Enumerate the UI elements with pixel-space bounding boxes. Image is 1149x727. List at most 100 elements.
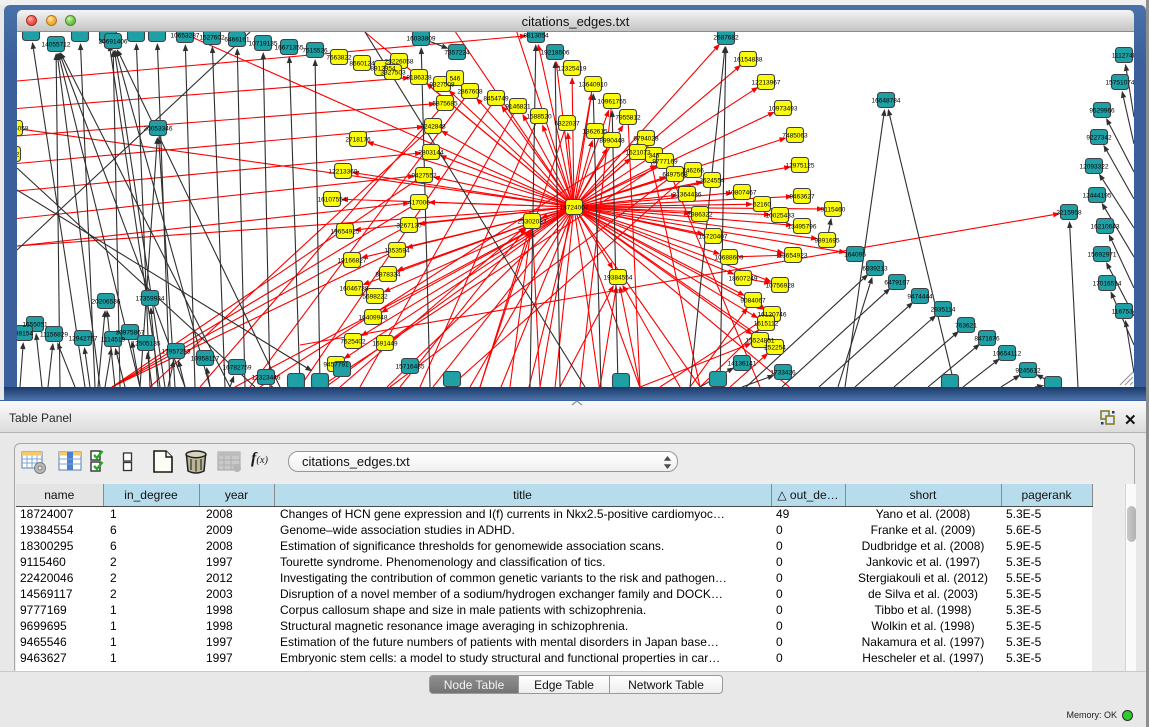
- svg-text:7663822: 7663822: [326, 54, 352, 61]
- svg-text:3267130: 3267130: [396, 222, 422, 229]
- svg-text:16046738: 16046738: [340, 285, 369, 292]
- svg-text:9457791: 9457791: [323, 361, 349, 368]
- svg-text:13640910: 13640910: [579, 81, 608, 88]
- svg-text:8186328: 8186328: [406, 74, 432, 81]
- svg-text:8471676: 8471676: [974, 335, 1000, 342]
- svg-text:9242: 9242: [17, 151, 20, 158]
- svg-text:25302033: 25302033: [518, 218, 547, 225]
- svg-text:16409948: 16409948: [359, 314, 388, 321]
- svg-text:1733426: 1733426: [770, 369, 796, 376]
- svg-text:9084067: 9084067: [740, 297, 766, 304]
- svg-text:20053346: 20053346: [144, 125, 173, 132]
- svg-text:10653287: 10653287: [171, 32, 200, 39]
- svg-text:12444195: 12444195: [1083, 192, 1112, 199]
- svg-text:12325419: 12325419: [558, 65, 587, 72]
- svg-text:164095: 164095: [844, 251, 866, 258]
- svg-text:5698222: 5698222: [362, 293, 388, 300]
- svg-text:1353594: 1353594: [384, 247, 410, 254]
- svg-text:1114519: 1114519: [101, 336, 126, 343]
- svg-text:12942757: 12942757: [69, 335, 98, 342]
- svg-text:18607249: 18607249: [729, 275, 758, 282]
- svg-text:9529966: 9529966: [1089, 107, 1115, 114]
- svg-text:3327503: 3327503: [380, 69, 406, 76]
- svg-text:12213369: 12213369: [329, 168, 358, 175]
- svg-text:9463627: 9463627: [789, 193, 815, 200]
- svg-text:13495796: 13495796: [788, 223, 817, 230]
- svg-text:62160: 62160: [753, 201, 771, 208]
- svg-text:1621072: 1621072: [625, 149, 651, 156]
- svg-text:14136141: 14136141: [728, 360, 757, 367]
- svg-text:7955812: 7955812: [615, 114, 641, 121]
- svg-text:9146821: 9146821: [505, 103, 531, 110]
- svg-text:3624554: 3624554: [699, 177, 725, 184]
- svg-text:10688609: 10688609: [715, 254, 744, 261]
- svg-text:9115460: 9115460: [821, 206, 846, 213]
- svg-text:19166827: 19166827: [338, 257, 367, 264]
- svg-text:1655051: 1655051: [22, 321, 48, 328]
- svg-text:9327508: 9327508: [429, 81, 455, 88]
- svg-text:2718176: 2718176: [345, 136, 371, 143]
- svg-text:11156829: 11156829: [40, 331, 68, 338]
- svg-text:10807467: 10807467: [728, 189, 757, 196]
- svg-text:10961755: 10961755: [598, 98, 627, 105]
- svg-text:10816058: 10816058: [17, 125, 29, 132]
- svg-text:21364436: 21364436: [673, 191, 702, 198]
- svg-text:18724007: 18724007: [560, 204, 589, 211]
- svg-text:19384554: 19384554: [604, 274, 633, 281]
- svg-text:252254: 252254: [764, 344, 786, 351]
- svg-text:6466161: 6466161: [224, 36, 250, 43]
- svg-text:16210643: 16210643: [1091, 223, 1120, 230]
- svg-text:2687682: 2687682: [713, 34, 739, 41]
- svg-text:9242848: 9242848: [420, 123, 446, 130]
- svg-text:16154838: 16154838: [734, 56, 763, 63]
- svg-text:9245612: 9245612: [1015, 367, 1041, 374]
- svg-text:9777169: 9777169: [652, 158, 678, 165]
- svg-text:1527602: 1527602: [199, 34, 225, 41]
- svg-text:17957253: 17957253: [162, 348, 191, 355]
- svg-text:5875685: 5875685: [432, 100, 458, 107]
- svg-text:12093322: 12093322: [1080, 163, 1109, 170]
- svg-text:10025433: 10025433: [766, 212, 795, 219]
- svg-text:417006: 417006: [408, 199, 430, 206]
- svg-text:12213967: 12213967: [752, 79, 781, 86]
- svg-text:19218506: 19218506: [541, 49, 570, 56]
- svg-text:20206536: 20206536: [92, 298, 121, 305]
- svg-text:6794028: 6794028: [633, 135, 659, 142]
- svg-text:12975125: 12975125: [786, 162, 815, 169]
- svg-text:3215958: 3215958: [1056, 209, 1082, 216]
- svg-text:8878334: 8878334: [375, 271, 401, 278]
- svg-text:8454749: 8454749: [483, 95, 509, 102]
- svg-text:15751074: 15751074: [1106, 79, 1134, 86]
- svg-text:39154: 39154: [17, 330, 33, 337]
- svg-text:7625402: 7625402: [340, 338, 366, 345]
- svg-text:16107554: 16107554: [318, 196, 347, 203]
- svg-text:1615112: 1615112: [754, 320, 779, 327]
- svg-text:15524851: 15524851: [746, 337, 775, 344]
- svg-text:1362615: 1362615: [582, 128, 608, 135]
- svg-text:23226058: 23226058: [385, 58, 414, 65]
- svg-text:9474444: 9474444: [907, 293, 933, 300]
- svg-text:16782759: 16782759: [223, 364, 252, 371]
- svg-text:16033809: 16033809: [407, 35, 436, 42]
- svg-text:7485063: 7485063: [782, 132, 808, 139]
- svg-text:10958117: 10958117: [191, 355, 220, 362]
- svg-text:7986322: 7986322: [687, 211, 713, 218]
- svg-text:17016514: 17016514: [1093, 280, 1122, 287]
- svg-text:15692971: 15692971: [1088, 251, 1117, 258]
- svg-text:30975867: 30975867: [116, 329, 145, 336]
- svg-text:9227342: 9227342: [1086, 134, 1112, 141]
- svg-text:7357224: 7357224: [444, 49, 470, 56]
- svg-text:12505135: 12505135: [132, 340, 161, 347]
- svg-text:6479197: 6479197: [884, 279, 910, 286]
- svg-text:8990448: 8990448: [599, 137, 625, 144]
- svg-text:10973493: 10973493: [769, 105, 798, 112]
- svg-text:546: 546: [450, 75, 461, 82]
- svg-text:16120746: 16120746: [758, 311, 787, 318]
- svg-text:9891695: 9891695: [814, 237, 840, 244]
- svg-text:12323446: 12323446: [252, 374, 281, 381]
- svg-text:8813054: 8813054: [523, 32, 549, 39]
- svg-text:6322037: 6322037: [554, 120, 580, 127]
- svg-text:15716485: 15716485: [396, 363, 425, 370]
- svg-text:10719135: 10719135: [249, 40, 278, 47]
- svg-text:1691449: 1691449: [372, 340, 398, 347]
